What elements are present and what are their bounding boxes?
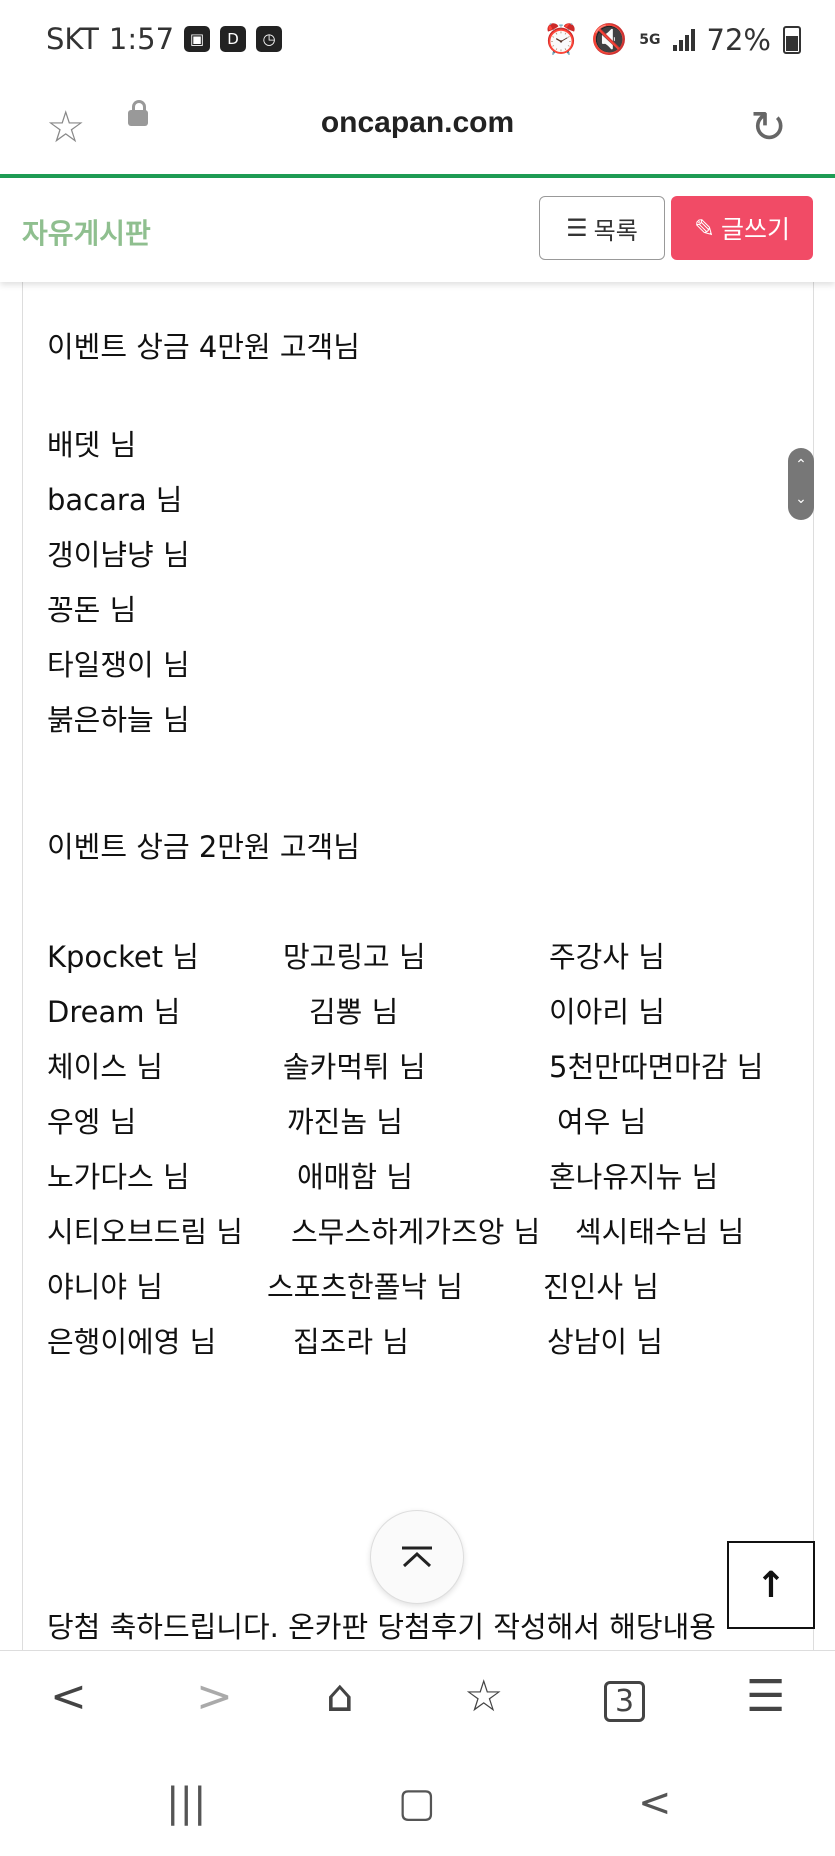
- winner-40k: 꽁돈 님: [47, 593, 137, 627]
- clock-time: 1:57: [108, 22, 175, 56]
- list-icon: ☰: [566, 214, 588, 242]
- winner-20k: 망고링고 님: [283, 940, 426, 974]
- gallery-icon: ▣: [184, 26, 211, 52]
- winner-20k: 5천만따면마감 님: [549, 1050, 764, 1084]
- winner-20k: 이아리 님: [549, 995, 665, 1029]
- reload-icon[interactable]: ↻: [750, 102, 787, 153]
- winner-20k: Kpocket 님: [47, 940, 199, 974]
- system-back-icon[interactable]: <: [638, 1780, 672, 1826]
- winner-20k: 까진놈 님: [287, 1105, 403, 1139]
- list-button-label: 목록: [593, 216, 638, 245]
- winner-20k: 혼나유지뉴 님: [549, 1160, 719, 1194]
- winner-20k: 스포츠한폴낙 님: [267, 1270, 463, 1304]
- forward-icon[interactable]: >: [196, 1671, 233, 1722]
- pencil-icon: ✎: [694, 213, 715, 243]
- winner-40k: 갱이냠냥 님: [47, 538, 190, 572]
- battery-percent: 72%: [706, 22, 771, 57]
- winner-20k: 애매함 님: [297, 1160, 413, 1194]
- status-bar: SKT 1:57 ▣ D ◷ ⏰ 🔇 5G 72%: [0, 0, 835, 84]
- scroll-up-button[interactable]: [370, 1510, 464, 1604]
- winner-40k: 배뎃 님: [47, 428, 137, 462]
- post-content: 이벤트 상금 4만원 고객님 배뎃 님 bacara 님 갱이냠냥 님 꽁돈 님…: [22, 282, 814, 1652]
- write-button-label: 글쓰기: [720, 215, 790, 244]
- winner-20k: 김뽕 님: [309, 995, 399, 1029]
- battery-icon: [783, 25, 801, 54]
- board-header: 자유게시판 ☰ 목록 ✎ 글쓰기: [0, 178, 835, 282]
- winner-20k: 체이스 님: [47, 1050, 163, 1084]
- winner-40k: 붉은하늘 님: [47, 703, 190, 737]
- signal-icon: [672, 28, 695, 51]
- system-nav: ||| ▢ <: [0, 1756, 835, 1856]
- winner-20k: 상남이 님: [547, 1325, 663, 1359]
- status-right: ⏰ 🔇 5G 72%: [543, 22, 801, 57]
- winner-20k: 은행이에영 님: [47, 1325, 217, 1359]
- write-button[interactable]: ✎ 글쓰기: [671, 196, 813, 260]
- menu-icon[interactable]: ☰: [746, 1671, 785, 1722]
- home-icon[interactable]: ⌂: [326, 1671, 354, 1722]
- d-app-icon: D: [220, 26, 247, 52]
- bookmarks-icon[interactable]: ☆: [464, 1671, 503, 1722]
- go-top-button[interactable]: ↑: [727, 1541, 815, 1629]
- url-text[interactable]: oncapan.com: [0, 106, 835, 140]
- status-left: SKT 1:57 ▣ D ◷: [46, 22, 283, 56]
- winner-20k: 주강사 님: [549, 940, 665, 974]
- winner-20k: 야니야 님: [47, 1270, 163, 1304]
- winner-20k: 진인사 님: [543, 1270, 659, 1304]
- winner-20k: 노가다스 님: [47, 1160, 190, 1194]
- winner-20k: Dream 님: [47, 995, 181, 1029]
- section-heading-20k: 이벤트 상금 2만원 고객님: [47, 830, 360, 864]
- winner-20k: 여우 님: [557, 1105, 647, 1139]
- closing-text: 당첨 축하드립니다. 온카판 당첨후기 작성해서 해당내용: [47, 1610, 716, 1644]
- chevron-up-icon: [402, 1546, 432, 1568]
- winner-20k: 시티오브드림 님: [47, 1215, 243, 1249]
- clock-app-icon: ◷: [256, 26, 283, 52]
- mute-icon: 🔇: [591, 22, 628, 56]
- browser-bottom-nav: < > ⌂ ☆ 3 ☰: [0, 1650, 835, 1757]
- winner-20k: 섹시태수님 님: [575, 1215, 745, 1249]
- tabs-icon[interactable]: 3: [604, 1681, 646, 1722]
- winner-20k: 집조라 님: [293, 1325, 409, 1359]
- browser-url-bar: ☆ oncapan.com ↻: [0, 84, 835, 178]
- arrow-up-icon: ↑: [755, 1564, 787, 1606]
- board-title[interactable]: 자유게시판: [22, 212, 151, 252]
- winner-20k: 스무스하게가즈앙 님: [291, 1215, 541, 1249]
- winner-40k: bacara 님: [47, 483, 183, 517]
- list-button[interactable]: ☰ 목록: [539, 196, 665, 260]
- winner-20k: 우엥 님: [47, 1105, 137, 1139]
- network-type-label: 5G: [639, 31, 661, 48]
- back-icon[interactable]: <: [50, 1671, 87, 1722]
- winner-20k: 솔카먹튀 님: [283, 1050, 426, 1084]
- winner-40k: 타일쟁이 님: [47, 648, 190, 682]
- recents-icon[interactable]: |||: [166, 1780, 206, 1826]
- section-heading-40k: 이벤트 상금 4만원 고객님: [47, 330, 360, 364]
- home-button-icon[interactable]: ▢: [398, 1780, 436, 1826]
- alarm-icon: ⏰: [543, 22, 580, 56]
- carrier-label: SKT: [46, 22, 99, 56]
- scroll-handle[interactable]: ⌃ ⌄: [788, 448, 814, 520]
